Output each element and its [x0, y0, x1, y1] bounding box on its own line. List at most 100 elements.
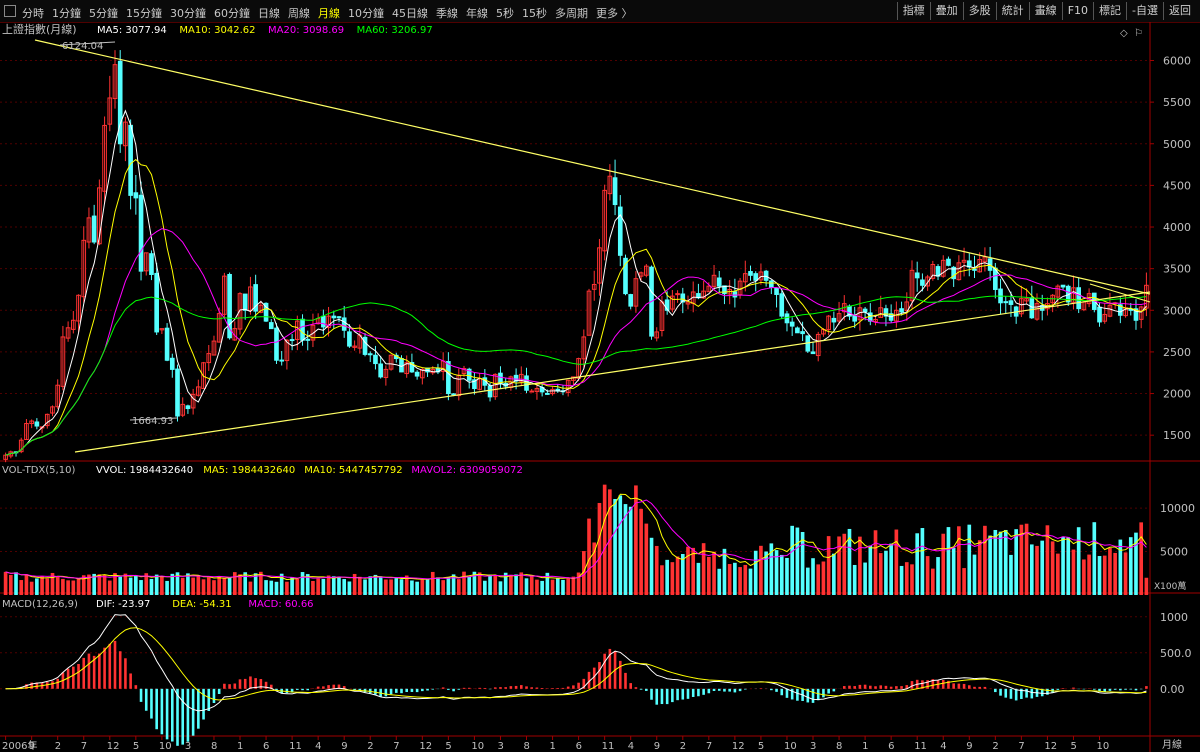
volume-bar[interactable]	[639, 508, 643, 595]
volume-bar[interactable]	[420, 579, 425, 595]
volume-bar[interactable]	[165, 580, 169, 595]
candle-body[interactable]	[852, 315, 858, 322]
candle-body[interactable]	[1097, 306, 1102, 323]
period-tab[interactable]: 日線	[258, 7, 280, 20]
volume-bar[interactable]	[55, 576, 60, 595]
candle-body[interactable]	[774, 287, 779, 295]
candle-body[interactable]	[779, 293, 785, 317]
volume-bar[interactable]	[904, 562, 909, 595]
volume-bar[interactable]	[217, 576, 222, 595]
volume-bar[interactable]	[311, 580, 315, 595]
candle-body[interactable]	[545, 392, 550, 395]
volume-bar[interactable]	[889, 543, 893, 595]
volume-bar[interactable]	[998, 531, 1003, 595]
diamond-icon[interactable]: ◇	[1120, 28, 1128, 39]
volume-bar[interactable]	[180, 577, 185, 595]
volume-bar[interactable]	[488, 574, 492, 595]
volume-bar[interactable]	[1092, 522, 1097, 595]
candle-body[interactable]	[133, 192, 139, 199]
volume-bar[interactable]	[107, 580, 112, 595]
candle-body[interactable]	[946, 258, 951, 266]
candle-body[interactable]	[321, 315, 326, 328]
flag-icon[interactable]: ⚐	[1134, 28, 1143, 39]
volume-bar[interactable]	[66, 580, 70, 595]
volume-bar[interactable]	[1056, 553, 1060, 595]
volume-bar[interactable]	[529, 576, 534, 595]
volume-bar[interactable]	[759, 545, 763, 595]
volume-bar[interactable]	[238, 574, 242, 595]
volume-bar[interactable]	[1009, 554, 1013, 595]
volume-bar[interactable]	[498, 581, 503, 595]
volume-bar[interactable]	[1118, 539, 1123, 595]
volume-bar[interactable]	[295, 578, 300, 595]
volume-bar[interactable]	[232, 572, 237, 595]
volume-bar[interactable]	[915, 533, 920, 595]
candle-body[interactable]	[920, 279, 925, 286]
candle-body[interactable]	[34, 421, 40, 427]
volume-bar[interactable]	[1066, 537, 1071, 595]
candle-body[interactable]	[414, 371, 420, 377]
volume-bar[interactable]	[436, 577, 440, 595]
tool-button[interactable]: 畫線	[1028, 2, 1062, 20]
candle-body[interactable]	[795, 327, 800, 334]
volume-bar[interactable]	[1061, 536, 1065, 595]
volume-bar[interactable]	[790, 525, 795, 595]
candle-body[interactable]	[373, 354, 378, 365]
candle-body[interactable]	[612, 177, 618, 206]
candle-body[interactable]	[367, 353, 373, 356]
volume-bar[interactable]	[446, 576, 451, 595]
window-menu-icon[interactable]	[4, 5, 16, 17]
volume-bar[interactable]	[691, 547, 696, 595]
volume-bar[interactable]	[206, 577, 211, 595]
candle-body[interactable]	[451, 393, 456, 396]
volume-bar[interactable]	[76, 578, 81, 595]
period-tab[interactable]: 月線	[318, 7, 340, 20]
volume-bar[interactable]	[154, 574, 159, 595]
candle-body[interactable]	[810, 351, 816, 355]
period-tab[interactable]: 15分鐘	[126, 7, 162, 20]
volume-bar[interactable]	[899, 565, 904, 595]
volume-bar[interactable]	[1040, 540, 1045, 595]
volume-bar[interactable]	[24, 574, 29, 595]
volume-bar[interactable]	[45, 578, 50, 595]
volume-bar[interactable]	[946, 527, 951, 595]
volume-bar[interactable]	[717, 568, 722, 595]
volume-bar[interactable]	[566, 578, 571, 595]
volume-bar[interactable]	[644, 523, 649, 595]
volume-bar[interactable]	[597, 502, 602, 595]
volume-bar[interactable]	[509, 574, 513, 595]
volume-bar[interactable]	[675, 556, 680, 595]
volume-bar[interactable]	[779, 554, 784, 595]
volume-bar[interactable]	[425, 579, 430, 595]
volume-bar[interactable]	[123, 573, 128, 595]
volume-bar[interactable]	[988, 535, 992, 595]
volume-bar[interactable]	[441, 580, 445, 595]
volume-bar[interactable]	[1014, 529, 1018, 595]
volume-bar[interactable]	[800, 531, 805, 595]
volume-bar[interactable]	[805, 567, 810, 595]
volume-bar[interactable]	[337, 576, 341, 595]
volume-bar[interactable]	[764, 551, 768, 595]
volume-bar[interactable]	[941, 533, 946, 595]
volume-bar[interactable]	[930, 568, 935, 595]
candle-body[interactable]	[300, 318, 305, 341]
tool-button[interactable]: 多股	[962, 2, 996, 20]
candle-body[interactable]	[862, 308, 868, 313]
candle-body[interactable]	[138, 194, 144, 272]
volume-bar[interactable]	[222, 577, 227, 595]
volume-bar[interactable]	[321, 578, 326, 595]
candle-body[interactable]	[154, 272, 159, 333]
candle-body[interactable]	[117, 60, 123, 145]
volume-bar[interactable]	[1113, 552, 1117, 595]
volume-bar[interactable]	[910, 564, 914, 595]
volume-bar[interactable]	[967, 524, 972, 595]
volume-bar[interactable]	[696, 562, 701, 595]
volume-bar[interactable]	[826, 536, 831, 595]
volume-bar[interactable]	[561, 579, 565, 595]
volume-bar[interactable]	[977, 540, 982, 595]
volume-bar[interactable]	[1087, 554, 1091, 595]
period-tab[interactable]: 更多 〉	[596, 7, 633, 20]
volume-bar[interactable]	[1097, 556, 1102, 595]
candle-body[interactable]	[268, 322, 274, 330]
volume-bar[interactable]	[3, 571, 8, 595]
